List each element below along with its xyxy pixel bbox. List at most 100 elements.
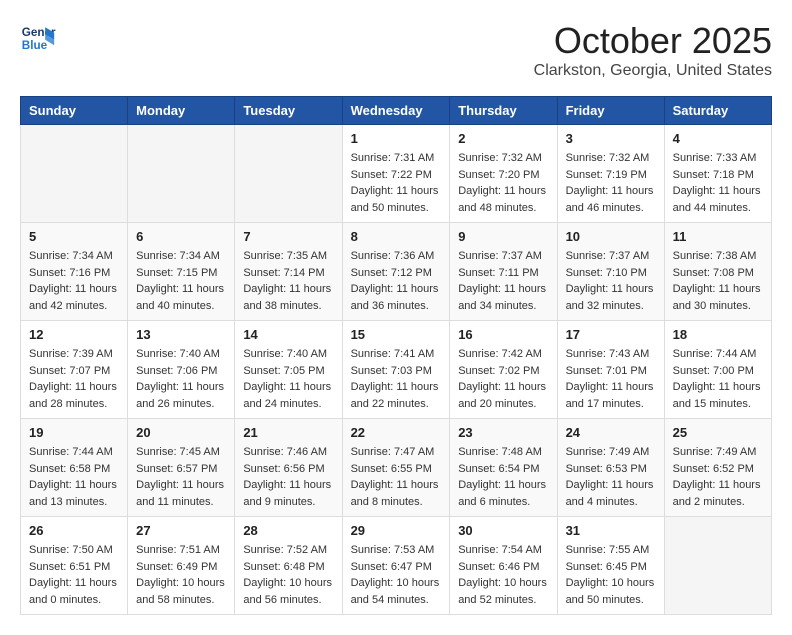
day-info: Sunrise: 7:34 AM Sunset: 7:16 PM Dayligh… bbox=[29, 248, 119, 314]
weekday-header-thursday: Thursday bbox=[450, 97, 557, 125]
day-number: 29 bbox=[351, 523, 442, 538]
day-number: 22 bbox=[351, 425, 442, 440]
day-info: Sunrise: 7:40 AM Sunset: 7:06 PM Dayligh… bbox=[136, 346, 226, 412]
weekday-header-saturday: Saturday bbox=[664, 97, 771, 125]
calendar-cell: 1 Sunrise: 7:31 AM Sunset: 7:22 PM Daylig… bbox=[342, 125, 450, 223]
day-number: 26 bbox=[29, 523, 119, 538]
day-number: 20 bbox=[136, 425, 226, 440]
day-info: Sunrise: 7:42 AM Sunset: 7:02 PM Dayligh… bbox=[458, 346, 548, 412]
day-number: 5 bbox=[29, 229, 119, 244]
day-number: 30 bbox=[458, 523, 548, 538]
day-info: Sunrise: 7:54 AM Sunset: 6:46 PM Dayligh… bbox=[458, 542, 548, 608]
calendar-week-row: 12 Sunrise: 7:39 AM Sunset: 7:07 PM Dayli… bbox=[21, 321, 772, 419]
calendar-cell: 2 Sunrise: 7:32 AM Sunset: 7:20 PM Daylig… bbox=[450, 125, 557, 223]
calendar-week-row: 1 Sunrise: 7:31 AM Sunset: 7:22 PM Daylig… bbox=[21, 125, 772, 223]
day-number: 12 bbox=[29, 327, 119, 342]
day-info: Sunrise: 7:32 AM Sunset: 7:20 PM Dayligh… bbox=[458, 150, 548, 216]
day-number: 28 bbox=[243, 523, 333, 538]
calendar-week-row: 26Sunrise: 7:50 AM Sunset: 6:51 PM Dayli… bbox=[21, 517, 772, 615]
weekday-header-monday: Monday bbox=[128, 97, 235, 125]
weekday-header-tuesday: Tuesday bbox=[235, 97, 342, 125]
calendar-cell: 3Sunrise: 7:32 AM Sunset: 7:19 PM Daylig… bbox=[557, 125, 664, 223]
calendar-cell: 25 Sunrise: 7:49 AM Sunset: 6:52 PM Dayli… bbox=[664, 419, 771, 517]
day-number: 14 bbox=[243, 327, 333, 342]
calendar-cell: 11Sunrise: 7:38 AM Sunset: 7:08 PM Dayli… bbox=[664, 223, 771, 321]
day-number: 1 bbox=[351, 131, 442, 146]
day-info: Sunrise: 7:37 AM Sunset: 7:10 PM Dayligh… bbox=[566, 248, 656, 314]
day-number: 15 bbox=[351, 327, 442, 342]
weekday-header-wednesday: Wednesday bbox=[342, 97, 450, 125]
day-number: 27 bbox=[136, 523, 226, 538]
calendar-week-row: 19 Sunrise: 7:44 AM Sunset: 6:58 PM Dayli… bbox=[21, 419, 772, 517]
calendar-cell: 5 Sunrise: 7:34 AM Sunset: 7:16 PM Daylig… bbox=[21, 223, 128, 321]
day-number: 19 bbox=[29, 425, 119, 440]
day-info: Sunrise: 7:40 AM Sunset: 7:05 PM Dayligh… bbox=[243, 346, 333, 412]
calendar-cell: 27 Sunrise: 7:51 AM Sunset: 6:49 PM Dayli… bbox=[128, 517, 235, 615]
calendar-cell: 26Sunrise: 7:50 AM Sunset: 6:51 PM Dayli… bbox=[21, 517, 128, 615]
calendar-cell: 24 Sunrise: 7:49 AM Sunset: 6:53 PM Dayli… bbox=[557, 419, 664, 517]
day-info: Sunrise: 7:49 AM Sunset: 6:52 PM Dayligh… bbox=[673, 444, 763, 510]
day-info: Sunrise: 7:41 AM Sunset: 7:03 PM Dayligh… bbox=[351, 346, 442, 412]
day-number: 8 bbox=[351, 229, 442, 244]
day-number: 4 bbox=[673, 131, 763, 146]
day-number: 6 bbox=[136, 229, 226, 244]
day-info: Sunrise: 7:55 AM Sunset: 6:45 PM Dayligh… bbox=[566, 542, 656, 608]
calendar-cell: 21 Sunrise: 7:46 AM Sunset: 6:56 PM Dayli… bbox=[235, 419, 342, 517]
page-header: General Blue October 2025 Clarkston, Geo… bbox=[20, 20, 772, 80]
day-info: Sunrise: 7:35 AM Sunset: 7:14 PM Dayligh… bbox=[243, 248, 333, 314]
day-info: Sunrise: 7:45 AM Sunset: 6:57 PM Dayligh… bbox=[136, 444, 226, 510]
calendar-cell: 30 Sunrise: 7:54 AM Sunset: 6:46 PM Dayli… bbox=[450, 517, 557, 615]
day-number: 16 bbox=[458, 327, 548, 342]
day-number: 25 bbox=[673, 425, 763, 440]
day-info: Sunrise: 7:32 AM Sunset: 7:19 PM Dayligh… bbox=[566, 150, 656, 216]
weekday-header-sunday: Sunday bbox=[21, 97, 128, 125]
calendar-week-row: 5 Sunrise: 7:34 AM Sunset: 7:16 PM Daylig… bbox=[21, 223, 772, 321]
day-info: Sunrise: 7:44 AM Sunset: 6:58 PM Dayligh… bbox=[29, 444, 119, 510]
calendar-cell: 12 Sunrise: 7:39 AM Sunset: 7:07 PM Dayli… bbox=[21, 321, 128, 419]
calendar-cell: 13 Sunrise: 7:40 AM Sunset: 7:06 PM Dayli… bbox=[128, 321, 235, 419]
day-number: 23 bbox=[458, 425, 548, 440]
day-number: 21 bbox=[243, 425, 333, 440]
day-number: 24 bbox=[566, 425, 656, 440]
day-number: 2 bbox=[458, 131, 548, 146]
calendar-cell bbox=[21, 125, 128, 223]
calendar-cell: 15 Sunrise: 7:41 AM Sunset: 7:03 PM Dayli… bbox=[342, 321, 450, 419]
day-info: Sunrise: 7:43 AM Sunset: 7:01 PM Dayligh… bbox=[566, 346, 656, 412]
calendar-cell: 31 Sunrise: 7:55 AM Sunset: 6:45 PM Dayli… bbox=[557, 517, 664, 615]
calendar-cell: 20 Sunrise: 7:45 AM Sunset: 6:57 PM Dayli… bbox=[128, 419, 235, 517]
calendar-cell bbox=[128, 125, 235, 223]
day-info: Sunrise: 7:49 AM Sunset: 6:53 PM Dayligh… bbox=[566, 444, 656, 510]
location-title: Clarkston, Georgia, United States bbox=[534, 62, 772, 80]
calendar-cell: 23Sunrise: 7:48 AM Sunset: 6:54 PM Dayli… bbox=[450, 419, 557, 517]
day-number: 13 bbox=[136, 327, 226, 342]
day-number: 9 bbox=[458, 229, 548, 244]
day-number: 18 bbox=[673, 327, 763, 342]
calendar-cell: 28 Sunrise: 7:52 AM Sunset: 6:48 PM Dayli… bbox=[235, 517, 342, 615]
day-info: Sunrise: 7:52 AM Sunset: 6:48 PM Dayligh… bbox=[243, 542, 333, 608]
day-number: 10 bbox=[566, 229, 656, 244]
calendar-header-row: SundayMondayTuesdayWednesdayThursdayFrid… bbox=[21, 97, 772, 125]
calendar-cell bbox=[235, 125, 342, 223]
day-info: Sunrise: 7:46 AM Sunset: 6:56 PM Dayligh… bbox=[243, 444, 333, 510]
calendar-cell: 4Sunrise: 7:33 AM Sunset: 7:18 PM Daylig… bbox=[664, 125, 771, 223]
calendar-cell: 18 Sunrise: 7:44 AM Sunset: 7:00 PM Dayli… bbox=[664, 321, 771, 419]
day-number: 17 bbox=[566, 327, 656, 342]
day-info: Sunrise: 7:51 AM Sunset: 6:49 PM Dayligh… bbox=[136, 542, 226, 608]
day-info: Sunrise: 7:39 AM Sunset: 7:07 PM Dayligh… bbox=[29, 346, 119, 412]
day-info: Sunrise: 7:44 AM Sunset: 7:00 PM Dayligh… bbox=[673, 346, 763, 412]
title-area: October 2025 Clarkston, Georgia, United … bbox=[534, 20, 772, 80]
day-info: Sunrise: 7:31 AM Sunset: 7:22 PM Dayligh… bbox=[351, 150, 442, 216]
calendar-cell: 29 Sunrise: 7:53 AM Sunset: 6:47 PM Dayli… bbox=[342, 517, 450, 615]
calendar-table: SundayMondayTuesdayWednesdayThursdayFrid… bbox=[20, 96, 772, 615]
calendar-cell: 14 Sunrise: 7:40 AM Sunset: 7:05 PM Dayli… bbox=[235, 321, 342, 419]
logo-icon: General Blue bbox=[20, 20, 56, 56]
day-number: 31 bbox=[566, 523, 656, 538]
calendar-cell: 10 Sunrise: 7:37 AM Sunset: 7:10 PM Dayli… bbox=[557, 223, 664, 321]
calendar-cell: 7Sunrise: 7:35 AM Sunset: 7:14 PM Daylig… bbox=[235, 223, 342, 321]
day-info: Sunrise: 7:38 AM Sunset: 7:08 PM Dayligh… bbox=[673, 248, 763, 314]
svg-text:Blue: Blue bbox=[22, 39, 48, 52]
calendar-cell: 9 Sunrise: 7:37 AM Sunset: 7:11 PM Daylig… bbox=[450, 223, 557, 321]
logo: General Blue bbox=[20, 20, 56, 56]
day-info: Sunrise: 7:37 AM Sunset: 7:11 PM Dayligh… bbox=[458, 248, 548, 314]
day-info: Sunrise: 7:53 AM Sunset: 6:47 PM Dayligh… bbox=[351, 542, 442, 608]
